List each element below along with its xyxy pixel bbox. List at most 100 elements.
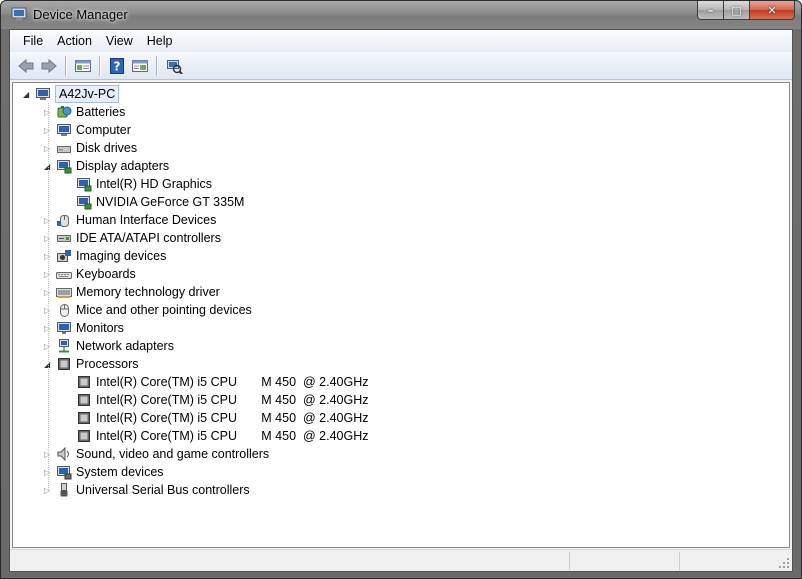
- tree-category[interactable]: ▷ Imaging devices: [13, 247, 773, 265]
- svg-text:?: ?: [113, 59, 120, 73]
- display-adapter-icon: [77, 178, 92, 192]
- menu-view[interactable]: View: [99, 31, 140, 51]
- processor-icon: [78, 394, 90, 406]
- properties-button[interactable]: [71, 55, 94, 77]
- keyboard-icon: [56, 272, 72, 279]
- help-button[interactable]: ?: [105, 55, 128, 77]
- ide-controller-icon: [57, 235, 71, 242]
- status-pane-divider: [679, 552, 680, 570]
- category-label: Human Interface Devices: [76, 213, 217, 227]
- toolbar-separator: [65, 55, 66, 76]
- status-pane-divider: [569, 552, 570, 570]
- scan-hardware-button[interactable]: [162, 55, 185, 77]
- minimize-button[interactable]: –: [697, 1, 724, 20]
- tree-connector-line: [48, 103, 49, 490]
- tree-category[interactable]: ▷ Sound, video and game controllers: [13, 445, 773, 463]
- category-label: IDE ATA/ATAPI controllers: [76, 231, 221, 245]
- back-button[interactable]: [14, 55, 37, 77]
- scan-hardware-icon: [166, 59, 183, 74]
- category-label: Sound, video and game controllers: [76, 447, 270, 461]
- category-label: Keyboards: [76, 267, 136, 281]
- mouse-icon: [60, 304, 69, 317]
- help-icon: ?: [109, 57, 124, 74]
- device-label: Intel(R) Core(TM) i5 CPU M 450 @ 2.40GHz: [96, 411, 369, 425]
- tree-device[interactable]: Intel(R) Core(TM) i5 CPU M 450 @ 2.40GHz: [13, 427, 773, 445]
- tree-category[interactable]: ▷ Human Interface Devices: [13, 211, 773, 229]
- speaker-icon: [57, 446, 69, 462]
- forward-button[interactable]: [37, 55, 60, 77]
- window-title: Device Manager: [33, 7, 128, 22]
- toolbar-separator: [99, 55, 100, 76]
- processor-icon: [78, 376, 90, 388]
- menu-file[interactable]: File: [16, 31, 50, 51]
- category-label: Monitors: [76, 321, 124, 335]
- tree-device[interactable]: Intel(R) Core(TM) i5 CPU M 450 @ 2.40GHz: [13, 409, 773, 427]
- tree-root[interactable]: ◢ A42Jv-PC: [13, 85, 773, 103]
- category-label: System devices: [76, 465, 164, 479]
- category-label: Mice and other pointing devices: [76, 303, 252, 317]
- tree-category[interactable]: ▷ Network adapters: [13, 337, 773, 355]
- processor-icon: [58, 358, 70, 370]
- tree-category[interactable]: ▷ Mice and other pointing devices: [13, 301, 773, 319]
- category-label: Computer: [76, 123, 131, 137]
- tree-category[interactable]: ▷ Memory technology driver: [13, 283, 773, 301]
- device-label: Intel(R) Core(TM) i5 CPU M 450 @ 2.40GHz: [96, 393, 369, 407]
- menu-action[interactable]: Action: [50, 31, 99, 51]
- memory-icon: [56, 288, 72, 298]
- tree-category[interactable]: ▷ IDE ATA/ATAPI controllers: [13, 229, 773, 247]
- tree-category[interactable]: ▷ Computer: [13, 121, 773, 139]
- close-button[interactable]: ✕: [750, 1, 795, 20]
- resize-grip-icon[interactable]: [778, 557, 790, 569]
- tree-device[interactable]: Intel(R) Core(TM) i5 CPU M 450 @ 2.40GHz: [13, 391, 773, 409]
- camera-icon: [57, 250, 71, 262]
- hid-icon: [57, 215, 69, 227]
- computer-name: A42Jv-PC: [55, 85, 120, 103]
- tree-device[interactable]: Intel(R) HD Graphics: [13, 175, 773, 193]
- computer-icon: [36, 88, 50, 100]
- title-bar[interactable]: Device Manager – □ ✕: [1, 1, 801, 29]
- maximize-button[interactable]: □: [724, 1, 750, 20]
- battery-icon: [57, 106, 72, 118]
- category-label: Processors: [76, 357, 139, 371]
- category-label: Batteries: [76, 105, 126, 119]
- forward-icon: [41, 58, 57, 73]
- category-label: Universal Serial Bus controllers: [76, 483, 250, 497]
- tree-category[interactable]: ▷ Monitors: [13, 319, 773, 337]
- tree-category[interactable]: ◢ Display adapters: [13, 157, 773, 175]
- device-manager-icon: [11, 7, 27, 21]
- tree-device[interactable]: NVIDIA GeForce GT 335M: [13, 193, 773, 211]
- tree-device[interactable]: Intel(R) Core(TM) i5 CPU M 450 @ 2.40GHz: [13, 373, 773, 391]
- properties-icon: [74, 59, 91, 72]
- display-adapter-icon: [77, 196, 92, 210]
- tree-category[interactable]: ▷ Keyboards: [13, 265, 773, 283]
- device-tree[interactable]: ◢ A42Jv-PC ▷ Batteries ▷ Computer ▷ Disk drives…: [12, 82, 790, 548]
- show-hidden-icon: [131, 59, 148, 72]
- tree-category[interactable]: ▷ Disk drives: [13, 139, 773, 157]
- tree-category[interactable]: ▷ Batteries: [13, 103, 773, 121]
- processor-icon: [78, 430, 90, 442]
- category-label: Display adapters: [76, 159, 170, 173]
- category-label: Memory technology driver: [76, 285, 220, 299]
- menu-help[interactable]: Help: [140, 31, 180, 51]
- tree-category[interactable]: ▷ System devices: [13, 463, 773, 481]
- toolbar: ?: [10, 52, 792, 80]
- tree-category[interactable]: ▷ Universal Serial Bus controllers: [13, 481, 773, 499]
- display-adapter-icon: [57, 160, 72, 174]
- category-label: Network adapters: [76, 339, 174, 353]
- status-bar: [10, 549, 792, 571]
- menu-bar: File Action View Help: [10, 30, 792, 52]
- device-label: Intel(R) Core(TM) i5 CPU M 450 @ 2.40GHz: [96, 375, 369, 389]
- processor-icon: [78, 412, 90, 424]
- network-icon: [59, 339, 69, 353]
- maximize-icon: □: [731, 3, 742, 17]
- show-hidden-button[interactable]: [128, 55, 151, 77]
- device-label: Intel(R) HD Graphics: [96, 177, 212, 191]
- computer-icon: [57, 124, 71, 136]
- system-devices-icon: [57, 466, 72, 480]
- collapse-arrow-icon[interactable]: ◢: [23, 90, 31, 99]
- client-area: File Action View Help ? ◢ A42Jv-PC ▷ Bat…: [9, 29, 793, 572]
- device-label: NVIDIA GeForce GT 335M: [96, 195, 245, 209]
- back-icon: [17, 58, 33, 73]
- minimize-icon: –: [707, 3, 714, 17]
- tree-category[interactable]: ◢ Processors: [13, 355, 773, 373]
